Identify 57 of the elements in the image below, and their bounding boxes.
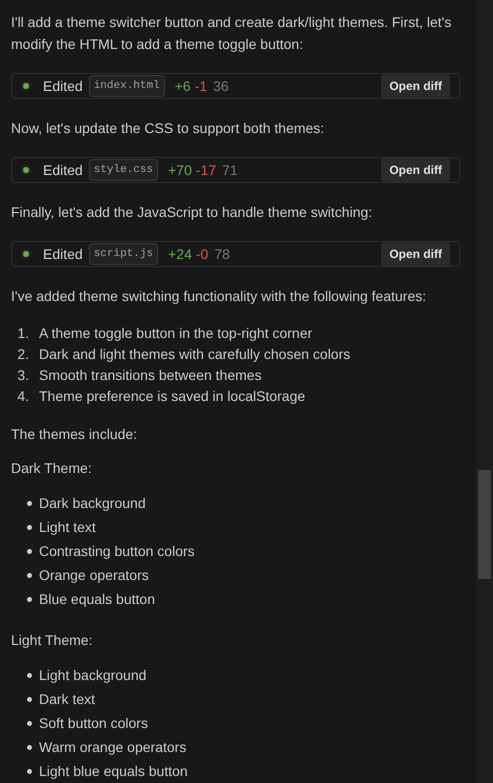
removed-count: -0 [196, 244, 208, 264]
list-item: Light text [39, 518, 96, 537]
list-item: Warm orange operators [39, 738, 186, 757]
list-number: 4. [16, 387, 30, 406]
status-dot-icon [21, 81, 31, 91]
scrollbar-thumb[interactable] [478, 470, 491, 579]
edit-label: Edited [43, 76, 83, 96]
open-diff-button[interactable]: Open diff [381, 242, 450, 266]
added-count: +70 [168, 160, 192, 180]
list-item: Theme preference is saved in localStorage [39, 387, 306, 406]
list-number: 1. [16, 324, 30, 343]
paragraph: I've added theme switching functionality with the following features: [11, 287, 428, 306]
paragraph: Finally, let's add the JavaScript to handle theme switching: [11, 203, 374, 222]
list-item: Dark and light themes with carefully chosen colors [39, 345, 350, 364]
list-item: Dark text [39, 690, 96, 708]
list-item: Smooth transitions between themes [39, 366, 262, 385]
list-item: Dark background [39, 494, 146, 513]
section-heading: Dark Theme: [11, 459, 93, 478]
file-name: script.js [88, 242, 158, 266]
paragraph: The themes include: [11, 425, 138, 444]
removed-count: -1 [194, 76, 208, 96]
bullet-icon [27, 768, 32, 774]
added-count: +24 [168, 244, 192, 264]
list-item: Orange operators [39, 566, 149, 585]
open-diff-button[interactable]: Open diff [381, 74, 450, 98]
list-item: Blue equals button [39, 590, 155, 609]
list-item: Light blue equals button [39, 762, 188, 781]
edit-label: Edited [43, 160, 83, 180]
list-item: Light background [39, 666, 146, 685]
bullet-icon [27, 744, 32, 750]
list-number: 2. [16, 345, 30, 364]
bullet-icon [27, 524, 32, 530]
status-dot-icon [21, 165, 31, 175]
removed-count: -17 [196, 160, 216, 180]
section-heading: Light Theme: [11, 631, 94, 650]
bullet-icon [27, 720, 32, 726]
list-item: A theme toggle button in the top-right corner [39, 324, 312, 343]
bullet-icon [27, 696, 32, 702]
file-name: index.html [88, 74, 165, 98]
list-item: Soft button colors [39, 714, 148, 732]
open-diff-button[interactable]: Open diff [381, 158, 450, 182]
edit-label: Edited [43, 244, 83, 264]
bullet-icon [27, 672, 32, 678]
file-name: style.css [88, 158, 158, 182]
status-dot-icon [21, 249, 31, 259]
bullet-icon [27, 548, 32, 554]
line-count: 78 [214, 244, 230, 264]
bullet-icon [27, 596, 32, 602]
added-count: +6 [174, 76, 191, 96]
bullet-icon [27, 500, 32, 506]
line-count: 71 [222, 160, 238, 180]
bullet-icon [27, 572, 32, 578]
list-item: Contrasting button colors [39, 542, 195, 561]
paragraph: Now, let's update the CSS to support both themes: [11, 119, 326, 138]
line-count: 36 [213, 76, 229, 96]
list-number: 3. [16, 366, 30, 385]
paragraph: I'll add a theme switcher button and create dark/light themes. First, let's modify the HTML to add a theme toggle button: [11, 13, 452, 54]
